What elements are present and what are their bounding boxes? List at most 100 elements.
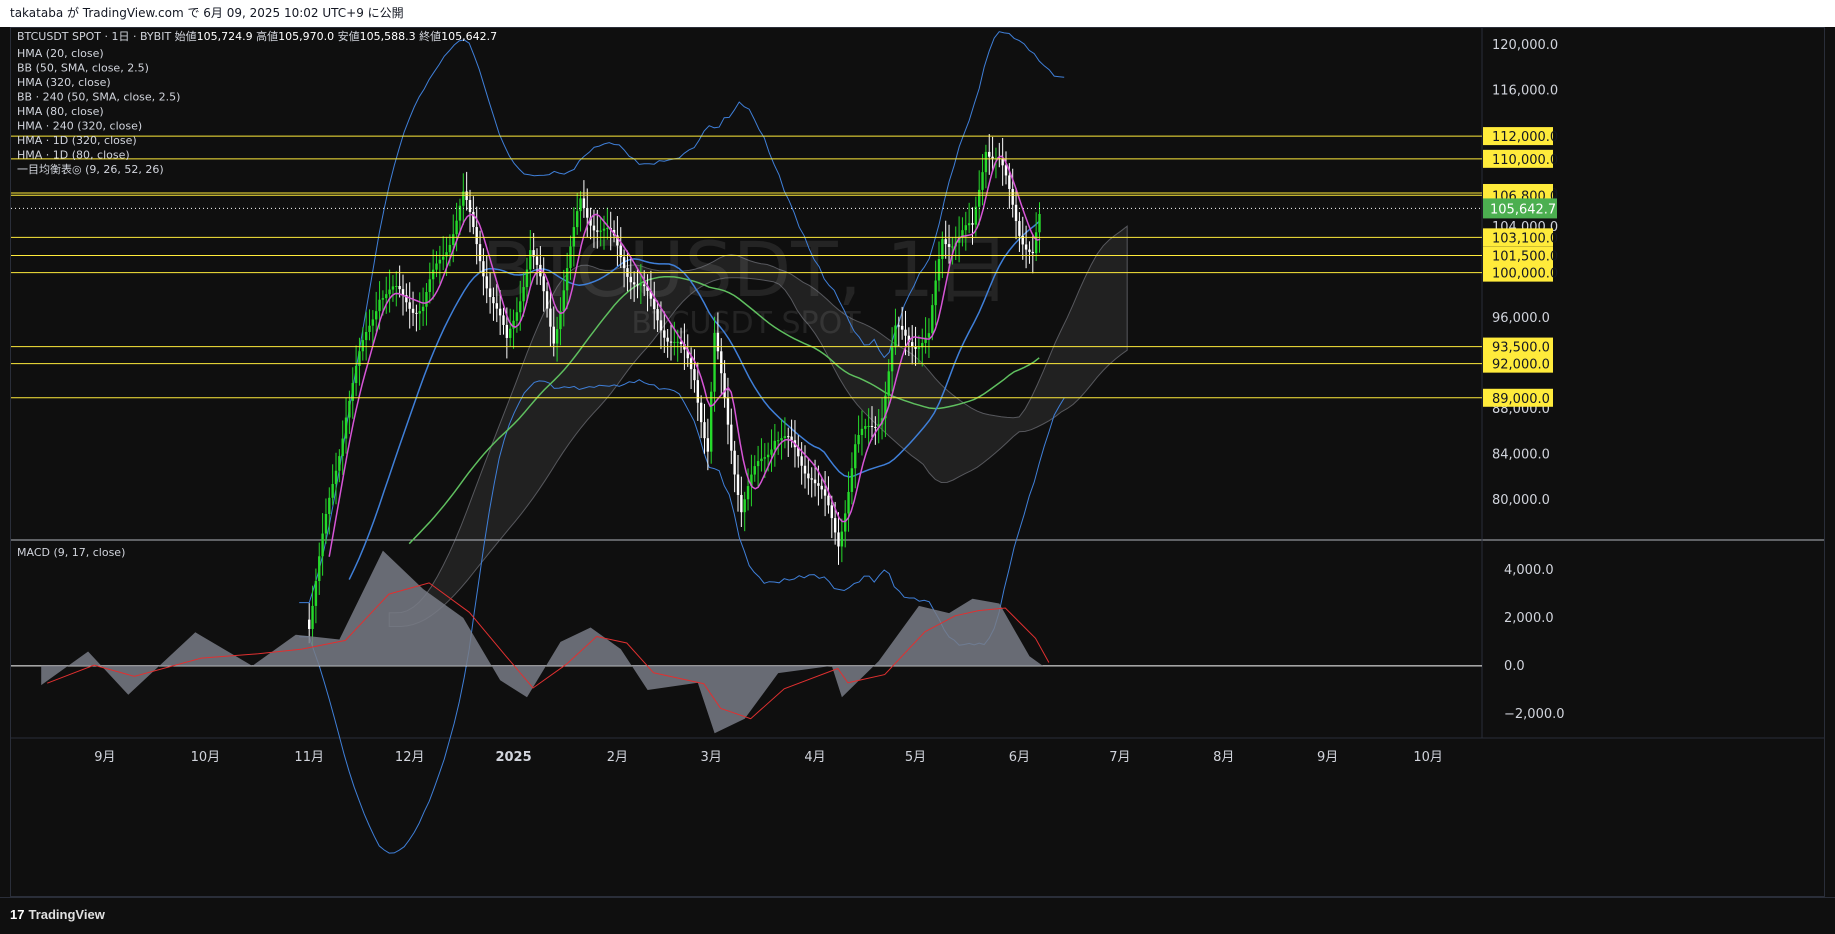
candle-body[interactable] (830, 505, 833, 519)
candle-body[interactable] (676, 341, 679, 343)
candle-body[interactable] (663, 330, 666, 338)
candle-body[interactable] (395, 286, 398, 288)
candle-body[interactable] (318, 556, 321, 582)
candle-body[interactable] (673, 341, 676, 343)
candle-body[interactable] (763, 457, 766, 459)
candle-body[interactable] (897, 325, 900, 327)
candle-body[interactable] (753, 466, 756, 475)
candle-body[interactable] (505, 324, 509, 338)
candle-body[interactable] (917, 347, 921, 349)
candle-body[interactable] (592, 225, 596, 231)
candle-body[interactable] (418, 311, 421, 314)
candle-body[interactable] (579, 198, 582, 212)
candle-body[interactable] (385, 294, 388, 299)
candle-body[interactable] (482, 261, 485, 277)
candle-body[interactable] (354, 365, 358, 384)
candle-body[interactable] (576, 211, 579, 228)
candle-body[interactable] (401, 289, 405, 296)
candle-body[interactable] (713, 332, 716, 392)
candle-body[interactable] (435, 263, 438, 270)
candle-body[interactable] (572, 227, 576, 247)
candle-body[interactable] (599, 230, 602, 232)
candle-body[interactable] (331, 483, 334, 498)
candle-body[interactable] (311, 605, 314, 629)
candle-body[interactable] (723, 373, 726, 399)
candle-body[interactable] (653, 298, 656, 310)
candle-body[interactable] (555, 329, 559, 344)
candle-body[interactable] (478, 244, 482, 262)
candle-body[interactable] (411, 308, 415, 313)
candle-body[interactable] (1011, 188, 1014, 205)
candle-body[interactable] (448, 244, 452, 253)
candle-body[interactable] (783, 436, 787, 439)
candle-body[interactable] (468, 200, 472, 212)
candle-body[interactable] (334, 470, 338, 484)
candle-body[interactable] (937, 258, 941, 281)
candle-body[interactable] (1034, 232, 1038, 254)
candle-body[interactable] (488, 288, 492, 298)
candle-body[interactable] (984, 151, 988, 173)
candle-body[interactable] (1024, 244, 1028, 250)
candle-body[interactable] (1008, 175, 1011, 189)
candle-body[interactable] (904, 329, 907, 336)
candle-body[interactable] (485, 276, 488, 289)
candle-body[interactable] (746, 486, 750, 500)
candle-body[interactable] (495, 303, 498, 309)
candle-body[interactable] (860, 428, 864, 436)
candle-body[interactable] (736, 474, 740, 495)
candle-body[interactable] (803, 465, 807, 474)
candle-body[interactable] (854, 444, 857, 469)
candle-body[interactable] (565, 268, 569, 291)
candle-body[interactable] (813, 479, 817, 484)
candle-body[interactable] (857, 435, 860, 445)
candle-body[interactable] (415, 312, 418, 314)
candle-body[interactable] (1028, 249, 1031, 252)
candle-body[interactable] (656, 309, 659, 321)
candle-body[interactable] (900, 325, 904, 330)
candle-body[interactable] (475, 227, 478, 245)
candle-body[interactable] (967, 223, 971, 226)
candle-body[interactable] (844, 513, 847, 532)
candle-body[interactable] (800, 456, 803, 466)
candle-body[interactable] (502, 315, 505, 325)
candle-body[interactable] (639, 284, 643, 286)
candle-body[interactable] (780, 438, 783, 441)
candle-body[interactable] (643, 284, 646, 287)
candle-body[interactable] (381, 298, 385, 300)
candle-body[interactable] (887, 371, 890, 396)
candle-body[interactable] (756, 461, 760, 467)
candle-body[interactable] (981, 172, 984, 190)
candle-body[interactable] (703, 422, 706, 439)
candle-body[interactable] (545, 291, 549, 309)
candle-body[interactable] (733, 450, 736, 475)
candle-body[interactable] (847, 491, 850, 514)
candle-body[interactable] (582, 198, 586, 208)
candle-body[interactable] (338, 456, 341, 471)
candle-body[interactable] (344, 417, 348, 439)
candle-body[interactable] (787, 436, 790, 438)
candle-body[interactable] (699, 402, 703, 423)
candle-body[interactable] (867, 425, 870, 427)
candle-body[interactable] (371, 319, 375, 326)
candle-body[interactable] (1001, 158, 1004, 166)
candle-body[interactable] (974, 206, 978, 225)
candle-body[interactable] (927, 333, 931, 338)
candle-body[interactable] (632, 282, 636, 285)
candle-body[interactable] (710, 391, 713, 452)
candle-body[interactable] (552, 326, 555, 344)
candle-body[interactable] (562, 290, 565, 312)
candle-body[interactable] (874, 426, 877, 428)
candle-body[interactable] (991, 156, 994, 159)
candle-body[interactable] (421, 306, 425, 312)
candle-body[interactable] (807, 473, 810, 479)
candle-body[interactable] (341, 438, 344, 457)
candle-body[interactable] (766, 454, 770, 458)
candle-body[interactable] (428, 279, 431, 293)
candle-body[interactable] (602, 228, 606, 231)
chart-canvas[interactable]: BTCUSDT, 1日BTCUSDT SPOT120,000.0116,000.… (11, 28, 1824, 896)
candle-body[interactable] (864, 426, 867, 429)
candle-body[interactable] (730, 424, 733, 451)
candle-body[interactable] (455, 220, 458, 235)
candle-body[interactable] (934, 280, 937, 306)
candle-body[interactable] (693, 369, 696, 381)
